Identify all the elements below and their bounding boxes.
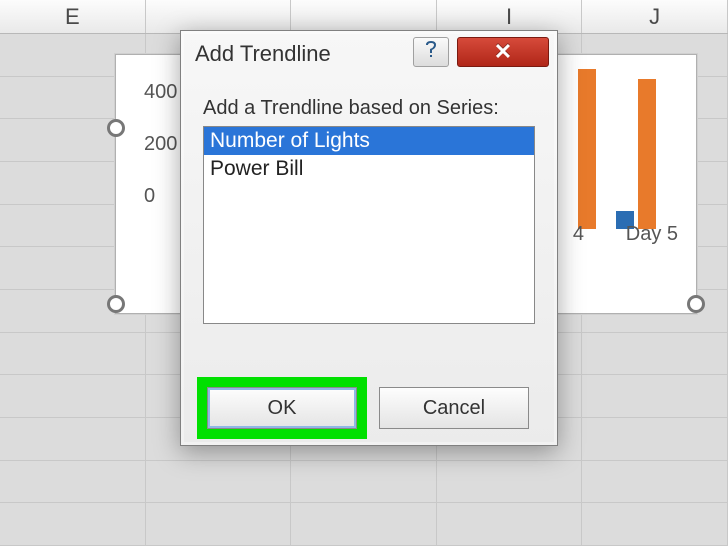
y-tick-label: 200 — [144, 133, 177, 156]
y-tick-label: 400 — [144, 81, 177, 104]
bar-series-2 — [578, 69, 596, 229]
selection-handle[interactable] — [687, 295, 705, 313]
list-item[interactable]: Power Bill — [204, 155, 534, 183]
series-listbox[interactable]: Number of Lights Power Bill — [203, 126, 535, 324]
selection-handle[interactable] — [107, 119, 125, 137]
add-trendline-dialog: Add Trendline ✕ Add a Trendline based on… — [180, 30, 558, 446]
grid-row — [0, 503, 728, 546]
y-tick-label: 0 — [144, 185, 155, 208]
dialog-buttons: OK Cancel — [181, 387, 557, 429]
help-button[interactable] — [413, 37, 449, 67]
category-label: 4 — [573, 223, 584, 246]
column-header[interactable]: E — [0, 0, 146, 33]
column-header[interactable]: J — [582, 0, 728, 33]
column-header[interactable] — [291, 0, 437, 33]
column-header[interactable]: I — [437, 0, 583, 33]
dialog-instruction: Add a Trendline based on Series: — [203, 97, 535, 120]
help-icon — [423, 40, 439, 65]
close-icon: ✕ — [494, 39, 512, 65]
chart-bars — [556, 59, 686, 229]
close-button[interactable]: ✕ — [457, 37, 549, 67]
cancel-button[interactable]: Cancel — [379, 387, 529, 429]
category-label: Day 5 — [626, 223, 678, 246]
list-item[interactable]: Number of Lights — [204, 127, 534, 155]
bar-series-2 — [638, 79, 656, 229]
selection-handle[interactable] — [107, 295, 125, 313]
grid-row — [0, 461, 728, 504]
column-header-row: E I J — [0, 0, 728, 34]
column-header[interactable] — [146, 0, 292, 33]
ok-button[interactable]: OK — [207, 387, 357, 429]
dialog-titlebar[interactable]: Add Trendline ✕ — [181, 31, 557, 79]
